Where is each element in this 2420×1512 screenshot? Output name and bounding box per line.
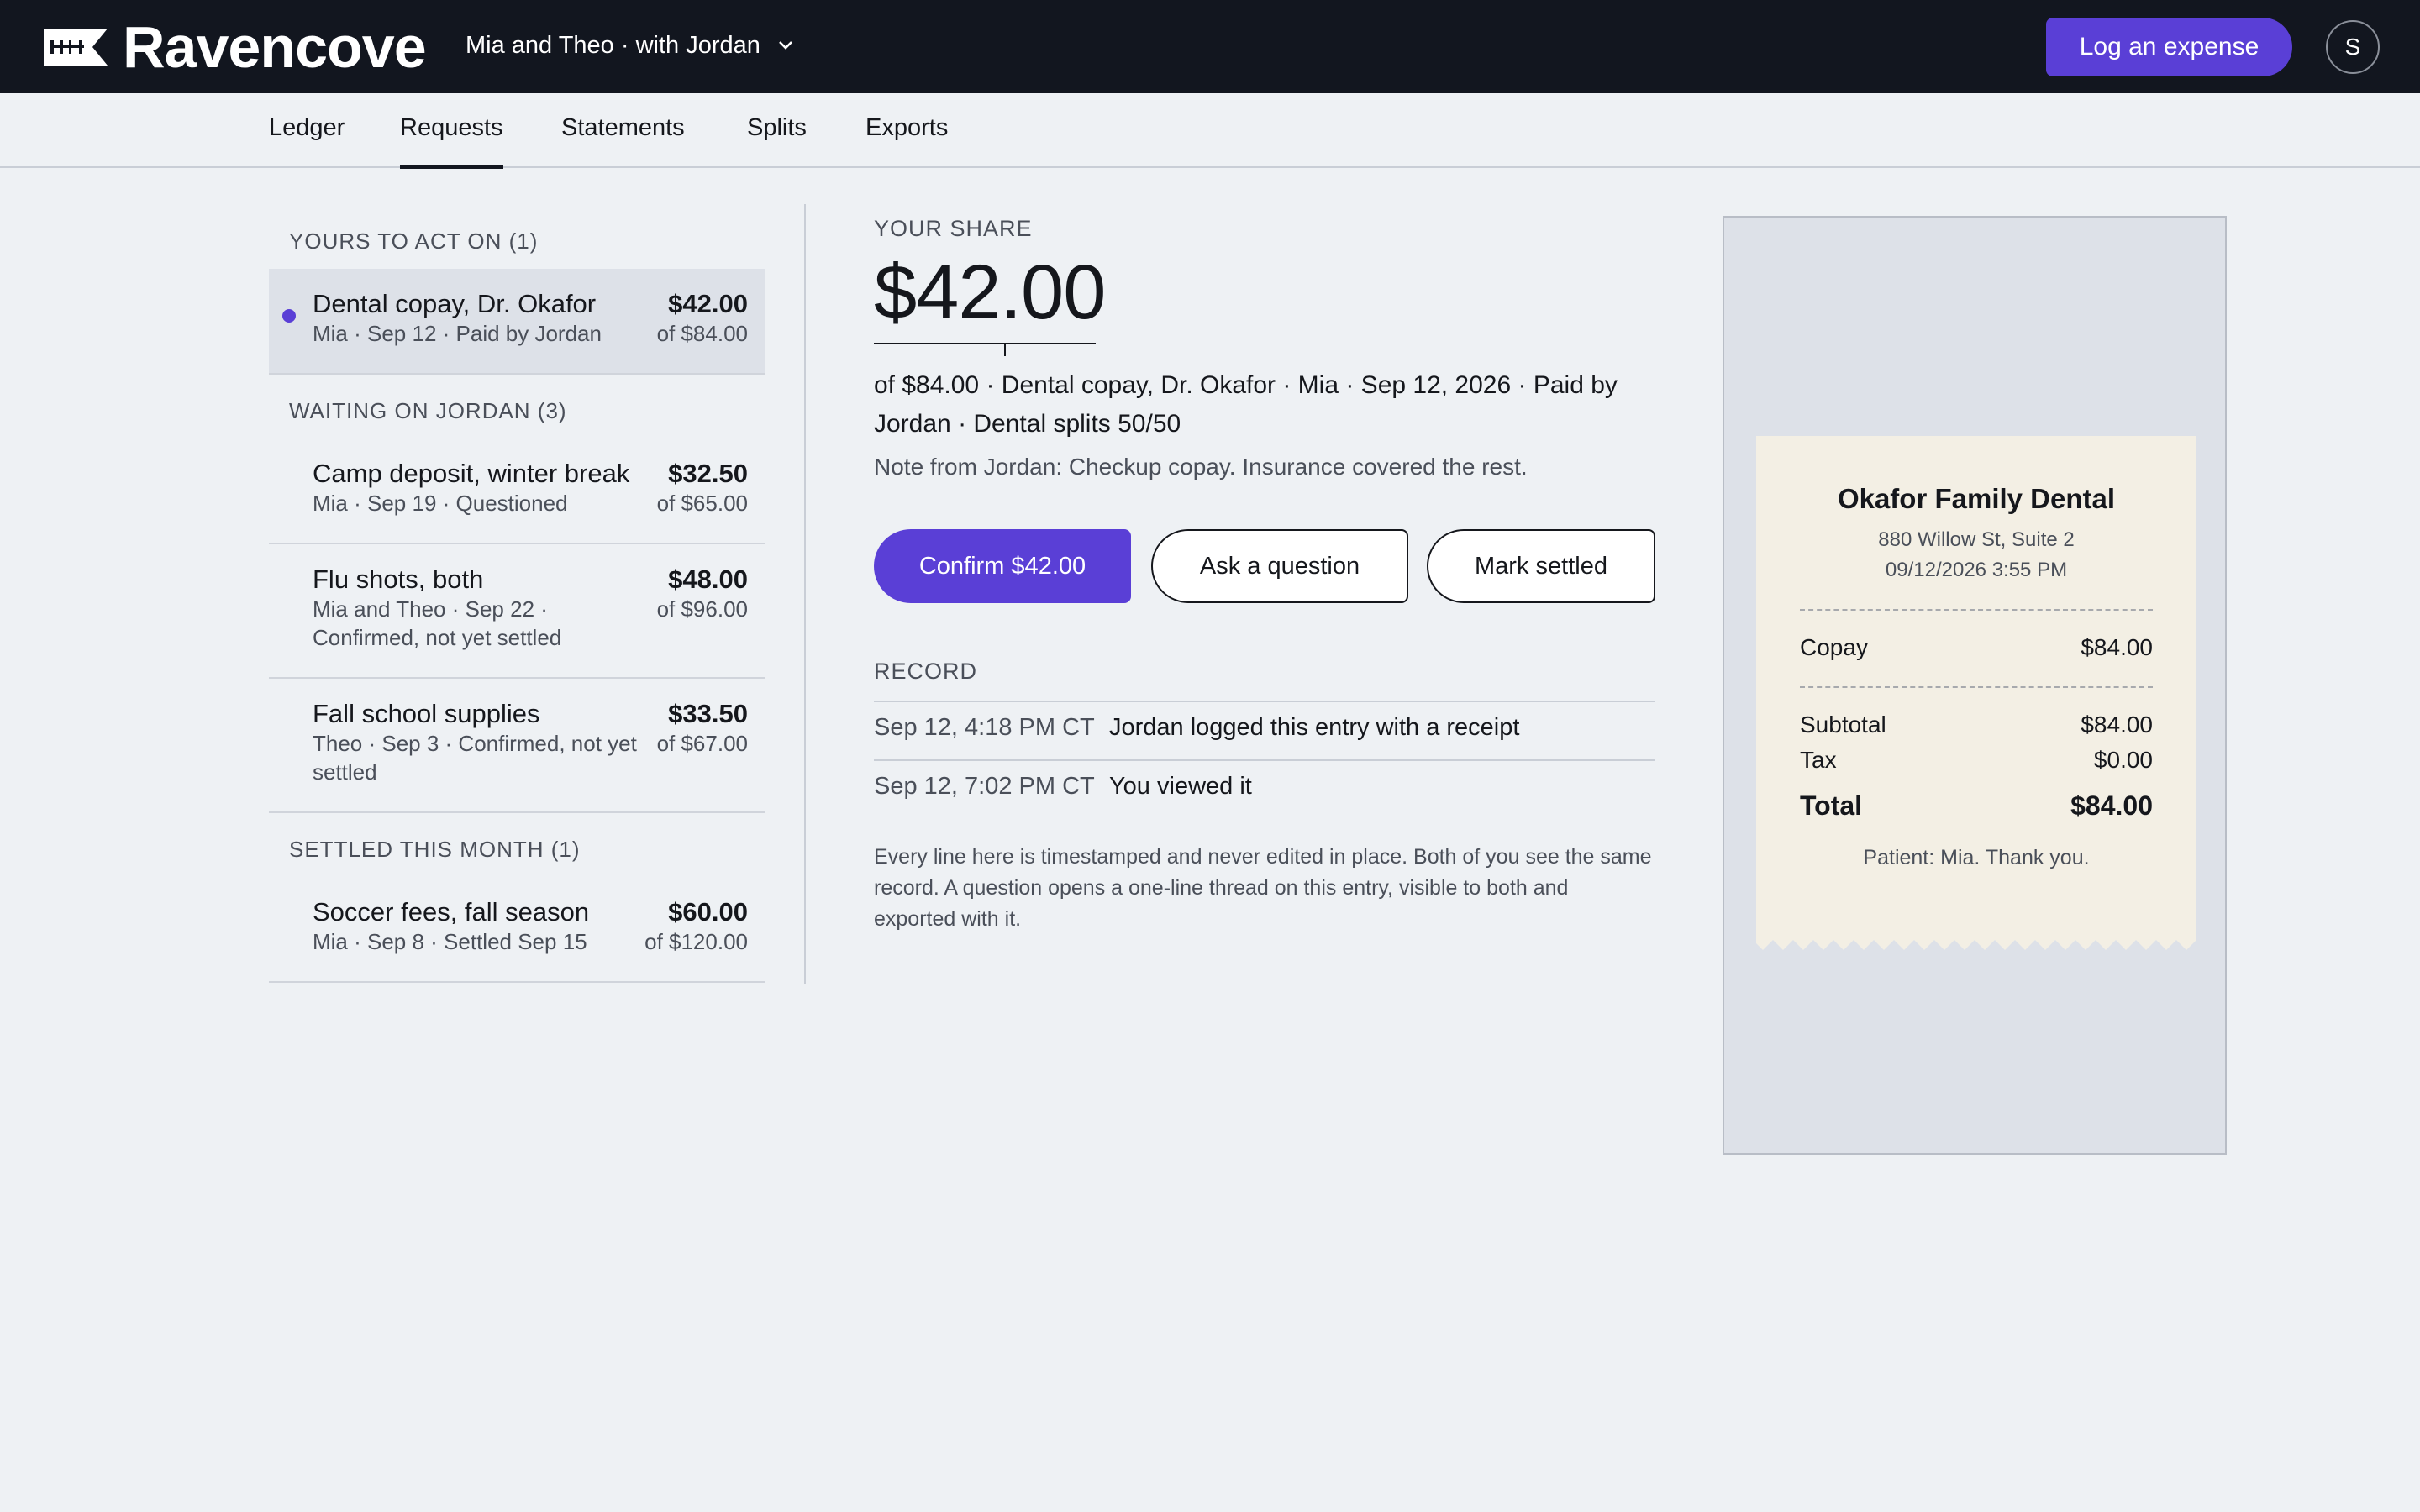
total-value: $84.00 (2070, 790, 2153, 821)
receipt-total: Total $84.00 (1800, 790, 2153, 824)
ask-question-button[interactable]: Ask a question (1151, 529, 1408, 603)
item-title: Fall school supplies (313, 699, 540, 728)
item-amount: $60.00 (668, 897, 748, 927)
column-divider (804, 204, 806, 984)
tab-splits[interactable]: Splits (747, 93, 807, 167)
receipt-subtotal: Subtotal $84.00 (1800, 711, 2153, 740)
receipt-tax: Tax $0.00 (1800, 747, 2153, 775)
item-amount: $33.50 (668, 699, 748, 728)
tab-requests[interactable]: Requests (400, 93, 503, 169)
list-item[interactable]: Dental copay, Dr. Okafor Mia · Sep 12 · … (269, 269, 765, 375)
list-item[interactable]: Camp deposit, winter break Mia · Sep 19 … (269, 438, 765, 544)
mark-settled-button[interactable]: Mark settled (1427, 529, 1655, 603)
receipt-datetime: 09/12/2026 3:55 PM (1885, 559, 2068, 581)
record-footnote: Every line here is timestamped and never… (874, 845, 1652, 931)
item-total: of $84.00 (656, 321, 748, 346)
receipt-merchant: Okafor Family Dental (1837, 483, 2116, 514)
subtotal-label: Subtotal (1800, 711, 1886, 738)
log-expense-button[interactable]: Log an expense (2046, 18, 2292, 76)
item-title: Camp deposit, winter break (313, 459, 630, 488)
unread-dot-icon (282, 309, 296, 323)
item-title: Soccer fees, fall season (313, 897, 590, 927)
item-subtitle: Theo · Sep 3 · Confirmed, not yet settle… (313, 731, 637, 785)
tab-bar: Ledger Requests Statements Splits Export… (0, 93, 2420, 169)
item-amount: $48.00 (668, 564, 748, 594)
total-label: Total (1800, 790, 1863, 821)
section-header-waiting: WAITING ON JORDAN (3) (289, 398, 567, 423)
list-item[interactable]: Flu shots, both Mia and Theo · Sep 22 · … (269, 544, 765, 679)
section-header-yours: YOURS TO ACT ON (1) (289, 228, 539, 254)
receipt-divider (1800, 609, 2153, 611)
receipt-footer: Patient: Mia. Thank you. (1863, 846, 2090, 869)
record-time: Sep 12, 4:18 PM CT (874, 714, 1095, 741)
item-subtitle: Mia · Sep 8 · Settled Sep 15 (313, 929, 587, 954)
logo-flag-icon (44, 29, 108, 66)
list-item[interactable]: Fall school supplies Theo · Sep 3 · Conf… (269, 679, 765, 813)
record-divider (874, 759, 1655, 761)
item-amount: $42.00 (668, 289, 748, 318)
entry-meta: of $84.00 · Dental copay, Dr. Okafor · M… (874, 371, 1618, 438)
household-switcher[interactable]: Mia and Theo · with Jordan (466, 27, 794, 64)
receipt-line-label: Copay (1800, 634, 1868, 660)
app-name: Ravencove (123, 14, 427, 80)
receipt-line: Copay $84.00 (1800, 634, 2153, 663)
receipt-line-value: $84.00 (2081, 634, 2153, 660)
receipt-divider (1800, 686, 2153, 688)
amount-tick (1004, 344, 1006, 356)
section-header-settled: SETTLED THIS MONTH (1) (289, 837, 581, 862)
logo[interactable]: Ravencove (44, 18, 427, 76)
amount-underline (874, 343, 1096, 344)
record-text: Jordan logged this entry with a receipt (1109, 714, 1520, 741)
receipt-torn-edge (1756, 938, 2196, 950)
tax-label: Tax (1800, 747, 1837, 773)
household-label: Mia and Theo · with Jordan (466, 31, 760, 59)
record-divider (874, 701, 1655, 702)
share-label: YOUR SHARE (874, 216, 1033, 241)
item-subtitle: Mia and Theo · Sep 22 · Confirmed, not y… (313, 596, 562, 650)
receipt-address: 880 Willow St, Suite 2 (1878, 528, 2075, 551)
item-subtitle: Mia · Sep 12 · Paid by Jordan (313, 321, 602, 346)
receipt-panel: Okafor Family Dental 880 Willow St, Suit… (1723, 216, 2227, 1155)
item-amount: $32.50 (668, 459, 748, 488)
record-time: Sep 12, 7:02 PM CT (874, 773, 1095, 800)
record-text: You viewed it (1109, 773, 1252, 800)
chevron-down-icon (778, 41, 792, 50)
subtotal-value: $84.00 (2081, 711, 2153, 738)
item-total: of $65.00 (656, 491, 748, 516)
entry-note: Note from Jordan: Checkup copay. Insuran… (874, 454, 1528, 480)
avatar[interactable]: S (2326, 20, 2380, 74)
tab-exports[interactable]: Exports (865, 93, 948, 167)
tab-ledger[interactable]: Ledger (269, 93, 345, 167)
record-heading: RECORD (874, 659, 978, 684)
confirm-button[interactable]: Confirm $42.00 (874, 529, 1131, 603)
item-title: Flu shots, both (313, 564, 484, 594)
item-total: of $120.00 (644, 929, 748, 954)
top-bar: Ravencove Mia and Theo · with Jordan Log… (0, 0, 2420, 93)
item-title: Dental copay, Dr. Okafor (313, 289, 597, 318)
list-item[interactable]: Soccer fees, fall season Mia · Sep 8 · S… (269, 877, 765, 983)
share-amount: $42.00 (874, 249, 1106, 335)
record-row: Sep 12, 4:18 PM CT Jordan logged this en… (874, 714, 1655, 748)
item-total: of $96.00 (656, 596, 748, 622)
record-row: Sep 12, 7:02 PM CT You viewed it (874, 773, 1655, 806)
tab-statements[interactable]: Statements (561, 93, 685, 167)
item-subtitle: Mia · Sep 19 · Questioned (313, 491, 568, 516)
item-total: of $67.00 (656, 731, 748, 756)
tax-value: $0.00 (2093, 747, 2153, 773)
receipt-image[interactable]: Okafor Family Dental 880 Willow St, Suit… (1756, 436, 2196, 950)
